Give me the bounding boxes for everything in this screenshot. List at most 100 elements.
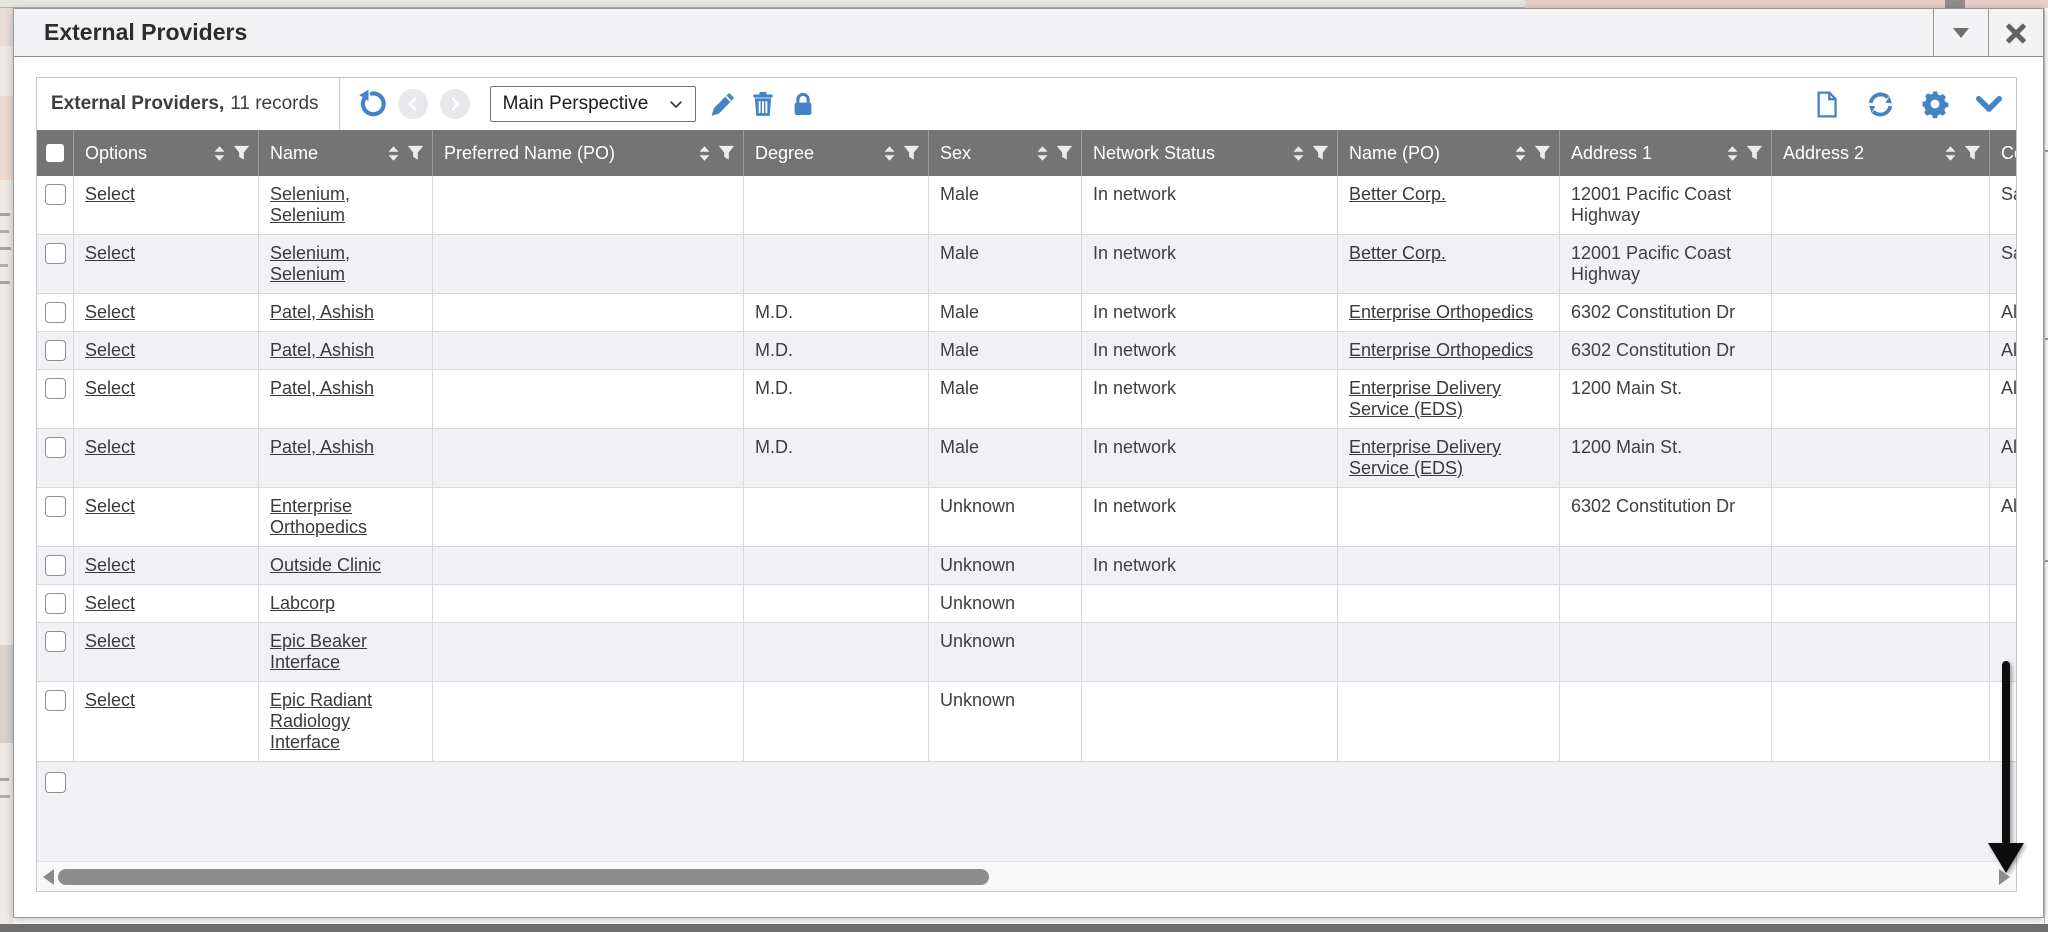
new-record-button[interactable] bbox=[1812, 90, 1841, 119]
provider-org-link[interactable]: Better Corp. bbox=[1349, 243, 1446, 263]
filter-icon[interactable] bbox=[1312, 145, 1329, 162]
column-header-coun[interactable]: Coun bbox=[1990, 130, 2016, 176]
lock-perspective-button[interactable] bbox=[789, 90, 817, 118]
sort-icon[interactable] bbox=[387, 145, 400, 162]
column-header-network-status[interactable]: Network Status bbox=[1082, 130, 1338, 176]
horizontal-scrollbar[interactable] bbox=[37, 861, 2016, 891]
sort-icon[interactable] bbox=[1726, 145, 1739, 162]
row-checkbox[interactable] bbox=[45, 437, 66, 458]
sort-icon[interactable] bbox=[1514, 145, 1527, 162]
provider-org-link[interactable]: Enterprise Orthopedics bbox=[1349, 302, 1533, 322]
previous-button[interactable] bbox=[398, 89, 428, 119]
filter-icon[interactable] bbox=[233, 145, 250, 162]
cell-network-status: In network bbox=[1082, 547, 1338, 584]
filter-icon[interactable] bbox=[903, 145, 920, 162]
column-header-name[interactable]: Name bbox=[259, 130, 433, 176]
row-checkbox[interactable] bbox=[45, 631, 66, 652]
column-header-preferred-name-po[interactable]: Preferred Name (PO) bbox=[433, 130, 744, 176]
cell-address-1 bbox=[1560, 682, 1772, 761]
collapse-grid-button[interactable] bbox=[1974, 89, 2004, 119]
column-header-options[interactable]: Options bbox=[74, 130, 259, 176]
column-header-degree[interactable]: Degree bbox=[744, 130, 929, 176]
select-link[interactable]: Select bbox=[85, 243, 135, 263]
row-checkbox[interactable] bbox=[45, 690, 66, 711]
scrollbar-thumb[interactable] bbox=[58, 869, 989, 885]
sort-icon[interactable] bbox=[883, 145, 896, 162]
select-link[interactable]: Select bbox=[85, 496, 135, 516]
row-checkbox[interactable] bbox=[45, 302, 66, 323]
provider-name-link[interactable]: Enterprise Orthopedics bbox=[270, 496, 367, 537]
filter-icon[interactable] bbox=[1746, 145, 1763, 162]
provider-name-link[interactable]: Selenium, Selenium bbox=[270, 184, 350, 225]
select-link[interactable]: Select bbox=[85, 593, 135, 613]
edit-perspective-button[interactable] bbox=[708, 90, 737, 119]
delete-perspective-button[interactable] bbox=[749, 90, 777, 118]
sort-icon[interactable] bbox=[1292, 145, 1305, 162]
row-checkbox[interactable] bbox=[45, 340, 66, 361]
provider-name-link[interactable]: Patel, Ashish bbox=[270, 340, 374, 360]
row-checkbox[interactable] bbox=[45, 378, 66, 399]
table-row: SelectPatel, AshishM.D.MaleIn networkEnt… bbox=[37, 294, 2016, 332]
row-checkbox[interactable] bbox=[45, 243, 66, 264]
select-link[interactable]: Select bbox=[85, 437, 135, 457]
select-link[interactable]: Select bbox=[85, 378, 135, 398]
settings-button[interactable] bbox=[1920, 89, 1950, 119]
table-header-row: OptionsNamePreferred Name (PO)DegreeSexN… bbox=[37, 130, 2016, 176]
filter-icon[interactable] bbox=[1964, 145, 1981, 162]
select-link[interactable]: Select bbox=[85, 340, 135, 360]
select-all-checkbox[interactable] bbox=[46, 144, 64, 162]
cell-address-1: 12001 Pacific Coast Highway bbox=[1560, 235, 1772, 293]
scroll-left-icon[interactable] bbox=[43, 869, 54, 885]
cell-degree: M.D. bbox=[744, 429, 929, 487]
cell-name-po bbox=[1338, 585, 1560, 622]
provider-name-link[interactable]: Epic Radiant Radiology Interface bbox=[270, 690, 372, 752]
row-checkbox[interactable] bbox=[45, 555, 66, 576]
background-fragment bbox=[0, 247, 11, 250]
provider-org-link[interactable]: Better Corp. bbox=[1349, 184, 1446, 204]
window-close-button[interactable] bbox=[1988, 9, 2043, 56]
provider-name-link[interactable]: Patel, Ashish bbox=[270, 437, 374, 457]
cell-network-status bbox=[1082, 682, 1338, 761]
row-checkbox[interactable] bbox=[45, 184, 66, 205]
provider-name-link[interactable]: Epic Beaker Interface bbox=[270, 631, 367, 672]
provider-org-link[interactable]: Enterprise Orthopedics bbox=[1349, 340, 1533, 360]
provider-name-link[interactable]: Labcorp bbox=[270, 593, 335, 613]
cell-options: Select bbox=[74, 623, 259, 681]
filter-icon[interactable] bbox=[407, 145, 424, 162]
provider-name-link[interactable]: Outside Clinic bbox=[270, 555, 381, 575]
select-link[interactable]: Select bbox=[85, 631, 135, 651]
sort-icon[interactable] bbox=[698, 145, 711, 162]
window-menu-button[interactable] bbox=[1933, 9, 1988, 56]
column-header-address-1[interactable]: Address 1 bbox=[1560, 130, 1772, 176]
column-header-address-2[interactable]: Address 2 bbox=[1772, 130, 1990, 176]
provider-name-link[interactable]: Patel, Ashish bbox=[270, 302, 374, 322]
edit-icon bbox=[708, 90, 737, 119]
select-link[interactable]: Select bbox=[85, 555, 135, 575]
cell-preferred-name-po bbox=[433, 332, 744, 369]
row-checkbox[interactable] bbox=[45, 772, 66, 793]
filter-icon[interactable] bbox=[1534, 145, 1551, 162]
row-checkbox[interactable] bbox=[45, 593, 66, 614]
table-row: SelectPatel, AshishM.D.MaleIn networkEnt… bbox=[37, 332, 2016, 370]
next-button[interactable] bbox=[440, 89, 470, 119]
provider-org-link[interactable]: Enterprise Delivery Service (EDS) bbox=[1349, 437, 1501, 478]
sort-icon[interactable] bbox=[1944, 145, 1957, 162]
select-link[interactable]: Select bbox=[85, 184, 135, 204]
row-checkbox[interactable] bbox=[45, 496, 66, 517]
refresh-button[interactable] bbox=[1865, 89, 1896, 120]
select-link[interactable]: Select bbox=[85, 302, 135, 322]
filter-icon[interactable] bbox=[1056, 145, 1073, 162]
select-link[interactable]: Select bbox=[85, 690, 135, 710]
column-header-name-po[interactable]: Name (PO) bbox=[1338, 130, 1560, 176]
provider-name-link[interactable]: Selenium, Selenium bbox=[270, 243, 350, 284]
filter-icon[interactable] bbox=[718, 145, 735, 162]
perspective-select[interactable]: Main Perspective bbox=[490, 86, 696, 122]
provider-name-link[interactable]: Patel, Ashish bbox=[270, 378, 374, 398]
provider-org-link[interactable]: Enterprise Delivery Service (EDS) bbox=[1349, 378, 1501, 419]
column-header-sex[interactable]: Sex bbox=[929, 130, 1082, 176]
sort-icon[interactable] bbox=[1036, 145, 1049, 162]
scroll-right-icon[interactable] bbox=[1999, 869, 2010, 885]
undo-button[interactable] bbox=[356, 89, 386, 119]
sort-icon[interactable] bbox=[213, 145, 226, 162]
column-header-select-all[interactable] bbox=[37, 130, 74, 176]
